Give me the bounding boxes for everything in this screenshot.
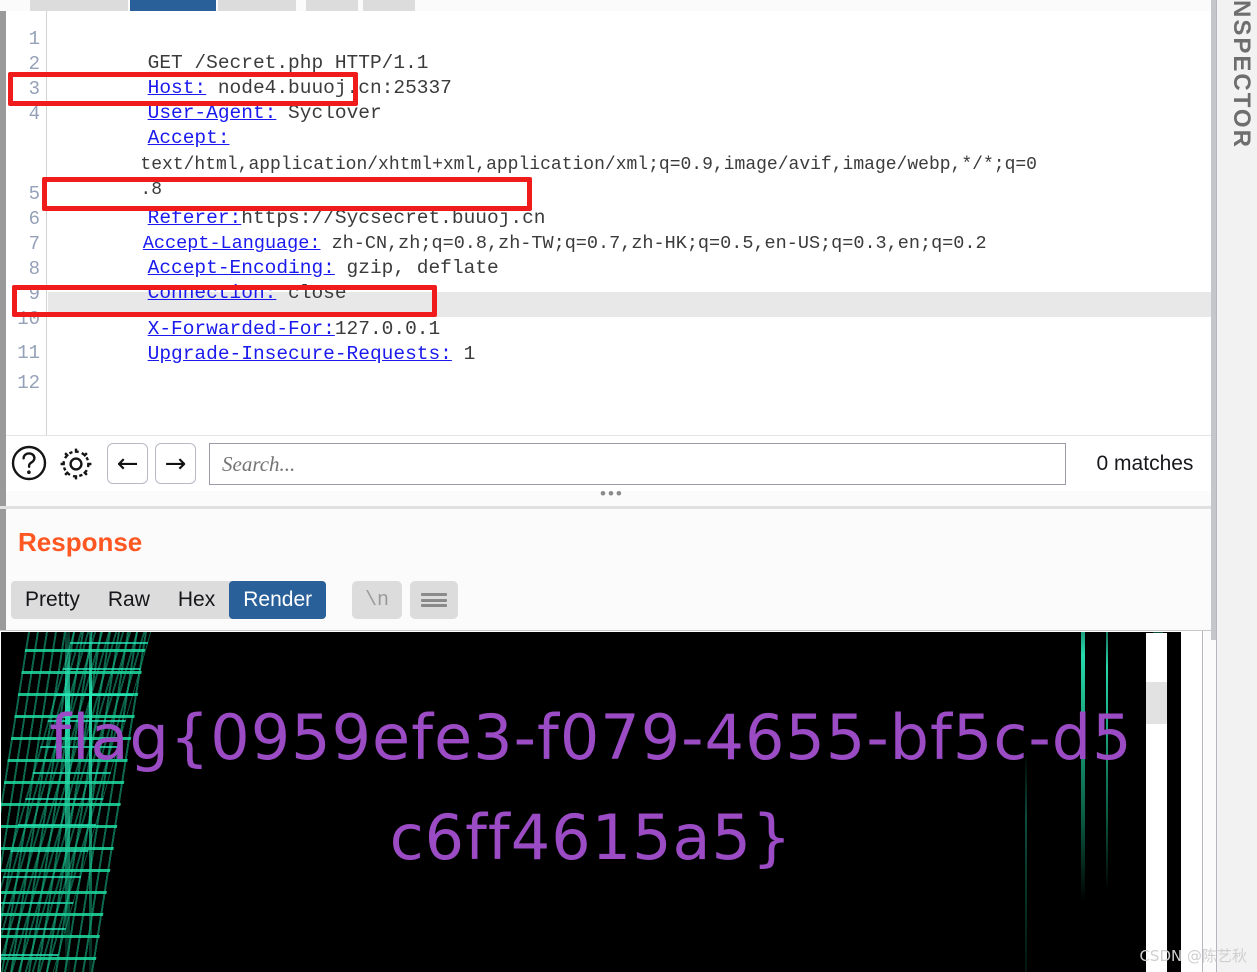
tab-render[interactable]: Render	[229, 581, 327, 619]
request-line-1: GET /Secret.php HTTP/1.1	[54, 26, 429, 74]
hamburger-line	[421, 598, 447, 602]
line-number: 6	[28, 208, 40, 230]
arrow-right-icon: →	[164, 448, 187, 479]
tab-hex[interactable]: Hex	[164, 581, 229, 619]
request-editor[interactable]: 1 2 3 4 5 6 7 8 9 10 11 12 GET /Secret.p…	[6, 11, 1216, 435]
request-line-5: Referer:https://Sycsecret.buuoj.cn	[54, 181, 546, 229]
gear-icon[interactable]	[56, 444, 96, 484]
response-title: Response	[18, 527, 143, 557]
header-value-wrapped: text/html,application/xhtml+xml,applicat…	[140, 155, 1037, 175]
search-input[interactable]	[209, 443, 1066, 485]
request-line-9: X-Forwarded-For:127.0.0.1	[54, 292, 441, 340]
search-prev-button[interactable]: ←	[107, 443, 148, 484]
response-scrollbar-thumb[interactable]	[1146, 682, 1167, 724]
hamburger-line	[421, 604, 447, 607]
rendered-page-canvas: flag{0959efe3-f079-4655-bf5c-d5c6ff4615a…	[1, 632, 1181, 972]
request-line-8: Connection: close	[54, 256, 347, 304]
request-line-4: Accept:	[54, 101, 230, 149]
request-line-4-wrap-a: text/html,application/xhtml+xml,applicat…	[54, 128, 1037, 175]
header-value: gzip, deflate	[334, 257, 499, 279]
line-number: 2	[28, 53, 40, 75]
hamburger-line	[421, 593, 447, 596]
line-number: 12	[17, 372, 40, 394]
request-line-7: Accept-Encoding: gzip, deflate	[54, 231, 499, 279]
top-tab-2-selected[interactable]	[130, 0, 216, 11]
request-line-6: Accept-Language: zh-CN,zh;q=0.8,zh-TW;q=…	[54, 206, 987, 254]
match-count-label: 0 matches	[1075, 443, 1215, 485]
line-number: 10	[17, 308, 40, 330]
header-value: Syclover	[276, 102, 382, 124]
request-line-3: User-Agent: Syclover	[54, 76, 382, 124]
request-line-4-wrap-b: .8	[54, 153, 162, 200]
request-code-body[interactable]: GET /Secret.php HTTP/1.1 Host: node4.buu…	[48, 11, 1216, 435]
tab-raw[interactable]: Raw	[94, 581, 164, 619]
burp-suite-window: 1 2 3 4 5 6 7 8 9 10 11 12 GET /Secret.p…	[0, 0, 1257, 972]
line-number: 3	[28, 78, 40, 100]
inspector-rail[interactable]: NSPECTOR	[1216, 0, 1257, 972]
line-number: 9	[28, 283, 40, 305]
line-number: 11	[17, 342, 40, 364]
header-value: 1	[451, 343, 476, 365]
inspector-label: NSPECTOR	[1228, 0, 1255, 149]
arrow-left-icon: ←	[116, 448, 139, 479]
csdn-watermark: CSDN @陈艺秋	[1139, 947, 1247, 965]
render-pane-right-edge	[1202, 631, 1216, 972]
question-mark-icon[interactable]	[10, 444, 48, 482]
request-line-10: Upgrade-Insecure-Requests: 1	[54, 317, 476, 365]
line-number: 4	[28, 103, 40, 125]
top-tab-4[interactable]	[306, 0, 358, 11]
response-render-pane: flag{0959efe3-f079-4655-bf5c-d5c6ff4615a…	[0, 630, 1216, 972]
top-tab-5[interactable]	[363, 0, 415, 11]
response-view-tabs: Pretty Raw Hex Render	[11, 581, 327, 619]
flag-text: flag{0959efe3-f079-4655-bf5c-d5c6ff4615a…	[49, 701, 1133, 874]
request-line-2: Host: node4.buuoj.cn:25337	[54, 51, 452, 99]
request-tab-strip	[0, 0, 1210, 11]
hamburger-icon[interactable]	[410, 581, 458, 619]
search-next-button[interactable]: →	[155, 443, 196, 484]
top-tab-3[interactable]	[218, 0, 296, 11]
header-name: Upgrade-Insecure-Requests:	[147, 343, 452, 365]
line-number: 1	[28, 28, 40, 50]
line-number: 8	[28, 258, 40, 280]
panel-divider	[0, 506, 1216, 509]
newline-toggle-button[interactable]: \n	[352, 581, 402, 619]
line-number-gutter: 1 2 3 4 5 6 7 8 9 10 11 12	[6, 11, 47, 435]
panel-resize-grip[interactable]: •••	[600, 485, 624, 502]
line-number: 7	[28, 233, 40, 255]
top-tab-1[interactable]	[30, 0, 128, 11]
tab-pretty[interactable]: Pretty	[11, 581, 94, 619]
line-number: 5	[28, 183, 40, 205]
